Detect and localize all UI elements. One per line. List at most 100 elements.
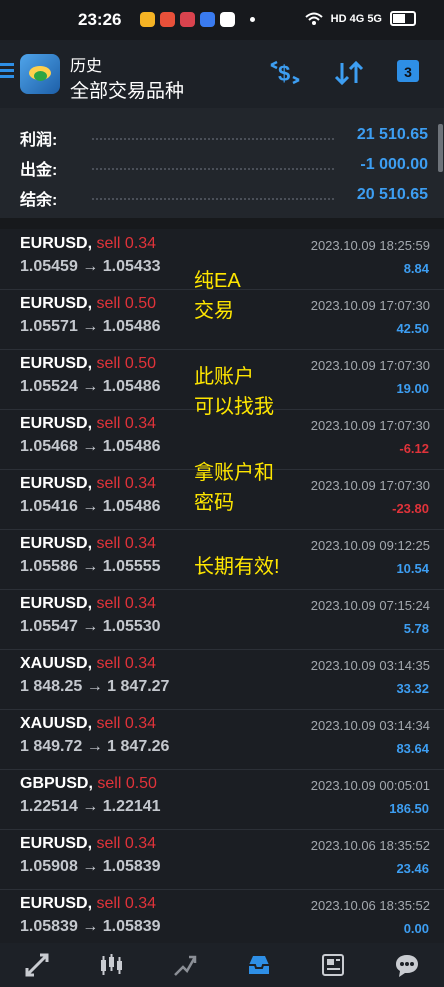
deal-profit: 23.46 (396, 861, 429, 876)
deal-time: 2023.10.09 00:05:01 (310, 778, 430, 793)
svg-text:$: $ (278, 61, 290, 86)
deal-prices: 1.05908 → 1.05839 (20, 858, 161, 875)
deal-symbol: EURUSD, sell 0.50 (20, 355, 156, 373)
trade-icon[interactable] (169, 949, 201, 981)
deal-profit: 42.50 (396, 321, 429, 336)
deal-symbol: XAUUSD, sell 0.34 (20, 655, 156, 673)
summary-panel: 利润: 21 510.65 出金: -1 000.00 结余: 20 510.6… (0, 108, 444, 218)
deal-row[interactable]: EURUSD, sell 0.34 1.05547 → 1.05530 2023.1… (0, 589, 444, 650)
deal-profit: 33.32 (396, 681, 429, 696)
app-notification-icon (200, 12, 215, 27)
deal-prices: 1.22514 → 1.22141 (20, 798, 161, 815)
deal-time: 2023.10.06 18:35:52 (310, 898, 430, 913)
deal-time: 2023.10.09 03:14:35 (310, 658, 430, 673)
summary-label: 利润: (20, 132, 58, 149)
app-notification-icon (180, 12, 195, 27)
deal-row[interactable]: GBPUSD, sell 0.50 1.22514 → 1.22141 2023.1… (0, 769, 444, 830)
deal-type: sell 0.34 (96, 715, 157, 732)
deal-type: sell 0.34 (96, 535, 157, 552)
summary-label: 出金: (20, 162, 58, 179)
app-notification-icon (140, 12, 155, 27)
deal-type: sell 0.34 (96, 235, 157, 252)
dotted-leader (92, 138, 334, 140)
page-subtitle: 历史 (70, 58, 103, 75)
deal-symbol: XAUUSD, sell 0.34 (20, 715, 156, 733)
symbol-text: XAUUSD, (20, 655, 93, 672)
deals-list[interactable]: EURUSD, sell 0.34 1.05459 → 1.05433 2023.1… (0, 229, 444, 943)
deal-profit: 0.00 (403, 921, 429, 936)
deal-row[interactable]: EURUSD, sell 0.34 1.05908 → 1.05839 2023.1… (0, 829, 444, 890)
deal-prices: 1.05839 → 1.05839 (20, 918, 161, 935)
deal-profit: 186.50 (389, 801, 429, 816)
sort-icon[interactable] (333, 60, 365, 86)
symbol-text: EURUSD, (20, 895, 93, 912)
symbol-text: EURUSD, (20, 595, 93, 612)
currency-filter-icon[interactable]: $ (268, 60, 302, 86)
deal-prices: 1.05547 → 1.05530 (20, 618, 161, 635)
menu-icon[interactable] (0, 63, 14, 79)
summary-value: 21 510.65 (356, 126, 428, 143)
overlay-text: 长期有效! (194, 552, 280, 582)
app-notification-icon (160, 12, 175, 27)
deal-prices: 1.05524 → 1.05486 (20, 378, 161, 395)
symbol-text: EURUSD, (20, 415, 93, 432)
deal-type: sell 0.34 (96, 655, 157, 672)
deal-time: 2023.10.09 17:07:30 (310, 478, 430, 493)
deal-time: 2023.10.09 07:15:24 (310, 598, 430, 613)
symbol-text: XAUUSD, (20, 715, 93, 732)
calendar-icon[interactable]: 3 (397, 60, 419, 82)
dotted-leader (92, 168, 334, 170)
overlay-line: 拿账户和 (194, 462, 274, 484)
overlay-text: 纯EA 交易 (194, 266, 241, 326)
symbol-text: EURUSD, (20, 235, 93, 252)
symbol-text: EURUSD, (20, 295, 93, 312)
deal-type: sell 0.34 (96, 595, 157, 612)
deal-time: 2023.10.09 18:25:59 (310, 238, 430, 253)
overlay-line: 交易 (194, 300, 234, 322)
deal-profit: 8.84 (403, 261, 429, 276)
symbol-text: EURUSD, (20, 475, 93, 492)
deal-profit: 19.00 (396, 381, 429, 396)
deal-prices: 1.05459 → 1.05433 (20, 258, 161, 275)
deal-time: 2023.10.09 17:07:30 (310, 358, 430, 373)
deal-time: 2023.10.06 18:35:52 (310, 838, 430, 853)
deal-prices: 1.05468 → 1.05486 (20, 438, 161, 455)
overlay-line: 长期有效! (194, 556, 280, 578)
status-time: 23:26 (78, 10, 122, 29)
deal-type: sell 0.34 (96, 835, 157, 852)
overlay-line: 密码 (194, 492, 234, 514)
scrollbar[interactable] (438, 124, 443, 172)
deal-symbol: EURUSD, sell 0.34 (20, 835, 156, 853)
quotes-icon[interactable] (21, 949, 53, 981)
deal-prices: 1.05571 → 1.05486 (20, 318, 161, 335)
deal-row[interactable]: XAUUSD, sell 0.34 1 848.25 → 1 847.27 2023… (0, 649, 444, 710)
deal-time: 2023.10.09 17:07:30 (310, 298, 430, 313)
deal-row[interactable]: XAUUSD, sell 0.34 1 849.72 → 1 847.26 2023… (0, 709, 444, 770)
dotted-leader (92, 198, 334, 200)
chat-icon[interactable] (391, 949, 423, 981)
summary-row-withdrawal: 出金: -1 000.00 (20, 150, 430, 180)
news-icon[interactable] (317, 949, 349, 981)
page-title[interactable]: 全部交易品种 (70, 76, 184, 103)
overlay-line: 此账户 (194, 366, 254, 388)
deal-prices: 1.05586 → 1.05555 (20, 558, 161, 575)
deal-profit: 83.64 (396, 741, 429, 756)
network-label: HD 4G 5G (330, 12, 382, 25)
deal-type: sell 0.50 (96, 295, 157, 312)
overlay-text: 此账户 可以找我 (194, 362, 274, 422)
deal-symbol: EURUSD, sell 0.34 (20, 895, 156, 913)
deal-profit: -23.80 (392, 501, 429, 516)
deal-symbol: EURUSD, sell 0.34 (20, 235, 156, 253)
symbol-text: EURUSD, (20, 835, 93, 852)
deal-symbol: EURUSD, sell 0.34 (20, 535, 156, 553)
history-icon[interactable] (243, 949, 275, 981)
deal-type: sell 0.34 (96, 475, 157, 492)
status-bar: 23:26 HD 4G 5G (0, 0, 444, 40)
deal-row[interactable]: EURUSD, sell 0.34 1.05839 → 1.05839 2023.1… (0, 889, 444, 943)
deal-time: 2023.10.09 09:12:25 (310, 538, 430, 553)
app-notification-icon (220, 12, 235, 27)
deal-symbol: GBPUSD, sell 0.50 (20, 775, 157, 793)
deal-profit: 5.78 (403, 621, 429, 636)
summary-label: 结余: (20, 192, 58, 209)
chart-icon[interactable] (95, 949, 127, 981)
